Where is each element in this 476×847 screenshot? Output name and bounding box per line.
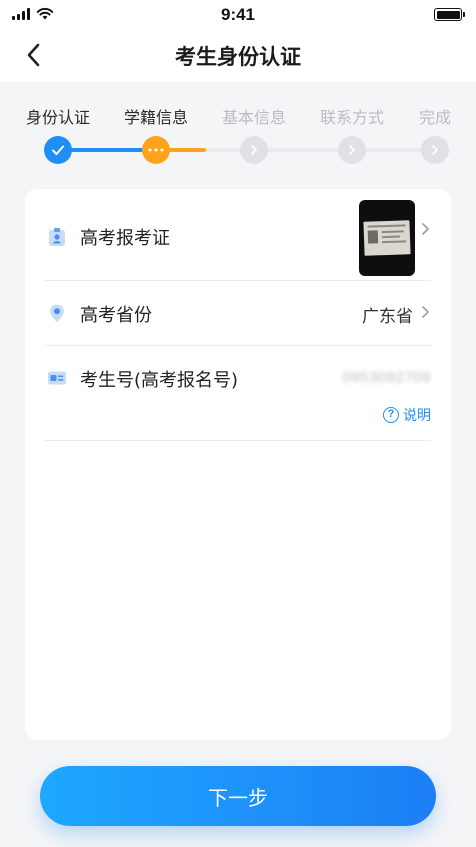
question-circle-icon: ? bbox=[383, 407, 399, 423]
step-label-basic-info: 基本信息 bbox=[221, 108, 287, 127]
step-dot-pending bbox=[240, 136, 268, 164]
battery-icon bbox=[434, 8, 465, 21]
chevron-left-icon bbox=[27, 43, 40, 67]
chevron-right-icon bbox=[422, 223, 429, 235]
id-badge-icon bbox=[49, 228, 65, 246]
step-dot-pending bbox=[338, 136, 366, 164]
next-step-button[interactable]: 下一步 bbox=[40, 766, 436, 826]
nav-bar: 考生身份认证 bbox=[0, 30, 476, 82]
page-title: 考生身份认证 bbox=[175, 45, 301, 69]
step-label-contact: 联系方式 bbox=[319, 108, 385, 127]
candidate-number-row: 考生号(高考报名号) 0953092709 ? 说明 bbox=[45, 346, 431, 440]
chevron-right-icon bbox=[422, 306, 429, 318]
progress-steps: 身份认证 学籍信息 基本信息 联系方式 完成 bbox=[0, 82, 476, 180]
chevron-right-icon bbox=[251, 145, 257, 155]
step-dot-done bbox=[44, 136, 72, 164]
location-pin-icon bbox=[50, 304, 64, 322]
chevron-right-icon bbox=[349, 145, 355, 155]
step-dot-pending bbox=[421, 136, 449, 164]
exam-ticket-row[interactable]: 高考报考证 bbox=[45, 189, 431, 280]
candidate-number-label: 考生号(高考报名号) bbox=[80, 370, 239, 391]
candidate-number-value[interactable]: 0953092709 bbox=[343, 369, 431, 386]
divider bbox=[45, 440, 431, 441]
exam-ticket-photo[interactable] bbox=[359, 200, 415, 276]
chevron-right-icon bbox=[432, 145, 438, 155]
status-time: 9:41 bbox=[220, 5, 256, 24]
help-link[interactable]: ? 说明 bbox=[383, 405, 431, 425]
step-dot-active bbox=[142, 136, 170, 164]
status-bar: 9:41 bbox=[0, 0, 476, 30]
step-label-school-record: 学籍信息 bbox=[123, 108, 189, 127]
ellipsis-icon bbox=[148, 148, 164, 152]
step-label-identity: 身份认证 bbox=[25, 108, 91, 127]
help-label: 说明 bbox=[403, 408, 431, 424]
id-card-icon bbox=[48, 371, 66, 385]
check-icon bbox=[52, 145, 64, 155]
province-value: 广东省 bbox=[362, 307, 413, 327]
province-row[interactable]: 高考省份 广东省 bbox=[45, 281, 431, 345]
form-card: 高考报考证 高考省份 广东省 考生号(高考报名号) 0953092709 ? 说… bbox=[25, 189, 451, 740]
back-button[interactable] bbox=[16, 38, 50, 72]
step-label-complete: 完成 bbox=[418, 108, 452, 127]
exam-ticket-label: 高考报考证 bbox=[80, 228, 170, 249]
province-label: 高考省份 bbox=[80, 305, 152, 326]
